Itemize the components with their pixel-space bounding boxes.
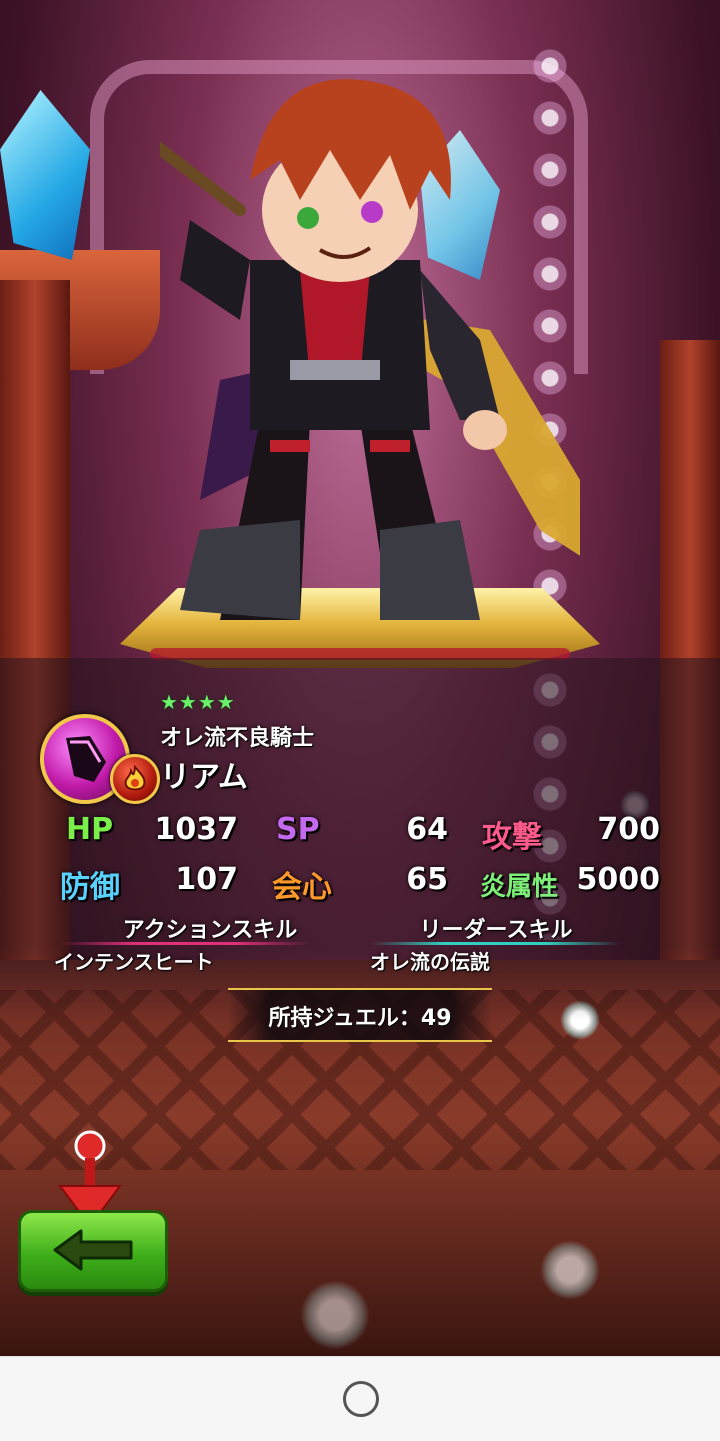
- attack-label: 攻撃: [482, 820, 542, 855]
- critical-label: 会心: [272, 870, 332, 905]
- character-title: オレ流不良騎士: [160, 726, 315, 751]
- hp-label: HP: [66, 812, 114, 847]
- leader-skill-header: リーダースキル: [419, 918, 573, 943]
- home-circle-icon[interactable]: [343, 1381, 379, 1417]
- action-skill-divider: [60, 942, 310, 945]
- defense-value: 107: [175, 862, 238, 897]
- sp-value: 64: [406, 812, 448, 847]
- fire-element-icon: [124, 765, 146, 791]
- back-arrow-icon: [53, 1229, 133, 1271]
- defense-label: 防御: [60, 870, 120, 905]
- jewel-count-box: 所持ジュエル：49: [228, 988, 492, 1042]
- sparkle: [540, 1240, 600, 1300]
- action-skill-name[interactable]: インテンスヒート: [54, 946, 214, 975]
- fire-attribute-label: 炎属性: [480, 872, 559, 902]
- critical-value: 65: [406, 862, 448, 897]
- back-button[interactable]: [18, 1210, 168, 1292]
- element-badge: [110, 754, 160, 804]
- hp-value: 1037: [154, 812, 239, 847]
- action-skill-header: アクションスキル: [122, 918, 298, 943]
- blue-crystal-left: [0, 90, 90, 260]
- attack-value: 700: [597, 812, 660, 847]
- leader-skill-divider: [370, 942, 620, 945]
- sword-type-icon: [66, 736, 106, 782]
- leader-skill-name[interactable]: オレ流の伝説: [370, 946, 490, 975]
- jewel-count: 所持ジュエル：49: [268, 1006, 452, 1031]
- rarity-stars: ★★★★: [160, 690, 236, 714]
- sp-label: SP: [276, 812, 320, 847]
- sparkle: [300, 1280, 370, 1350]
- fire-attribute-value: 5000: [576, 862, 661, 897]
- character-sprite: [160, 79, 580, 620]
- character-name: リアム: [160, 760, 248, 795]
